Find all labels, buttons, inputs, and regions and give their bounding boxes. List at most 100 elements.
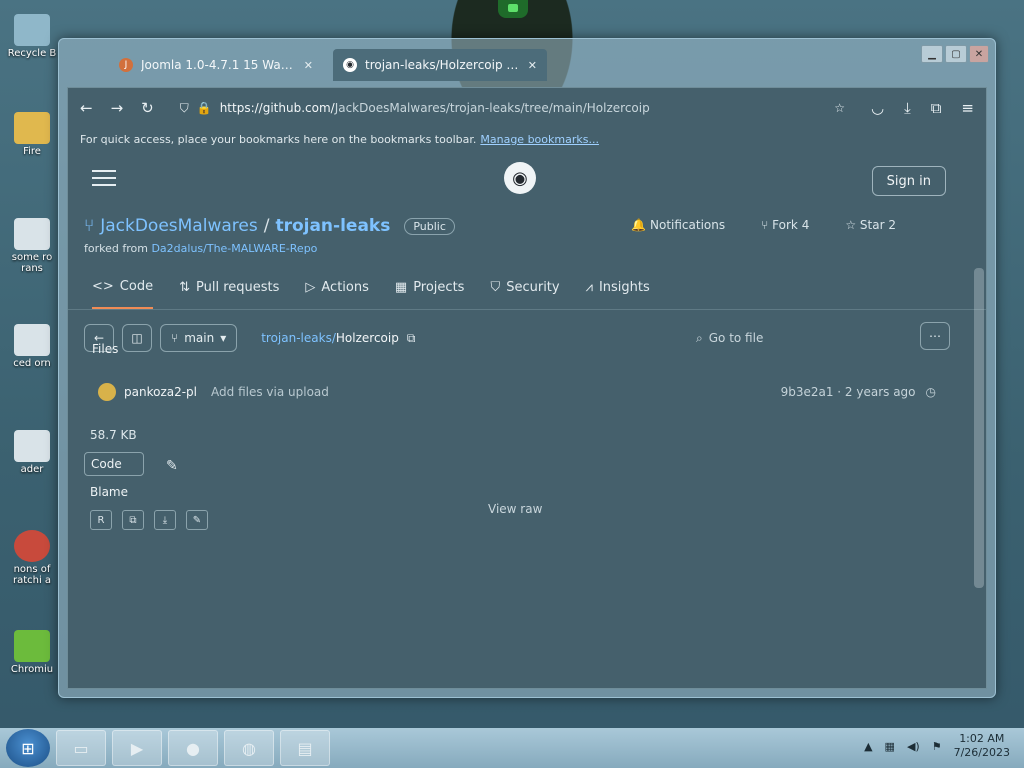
close-window-button[interactable]: ✕ xyxy=(969,45,989,63)
repo-separator: / xyxy=(263,216,270,236)
desktop-icon-recycle-bin[interactable]: Recycle B xyxy=(4,14,60,59)
edit-pencil-icon[interactable]: ✎ xyxy=(166,458,178,474)
code-icon: <> xyxy=(92,279,114,294)
clock-time: 1:02 AM xyxy=(959,732,1005,745)
commit-author[interactable]: pankoza2-pl xyxy=(124,385,197,399)
repo-owner-link[interactable]: JackDoesMalwares xyxy=(100,216,258,236)
download-icon[interactable]: ⤓ xyxy=(154,510,176,530)
taskbar-explorer[interactable]: ▭ xyxy=(56,730,106,766)
browser-content: ← → ↻ ⛉ 🔒 https://github.com/JackDoesMal… xyxy=(67,87,987,689)
bookmarks-toolbar: For quick access, place your bookmarks h… xyxy=(68,128,986,150)
tab-pull-requests-label: Pull requests xyxy=(195,280,280,295)
back-arrow-icon[interactable]: ← xyxy=(80,99,93,117)
menu-icon[interactable]: ≡ xyxy=(961,99,974,117)
star-button[interactable]: ☆ Star 2 xyxy=(845,218,896,232)
document-icon xyxy=(14,430,50,462)
go-to-file-placeholder: Go to file xyxy=(708,331,764,345)
desktop-icon-some-ro-rans[interactable]: some ro rans xyxy=(4,218,60,274)
tab-code[interactable]: <> Code xyxy=(92,266,154,309)
minimize-button[interactable]: ▁ xyxy=(921,45,943,63)
taskbar-paint[interactable]: ▤ xyxy=(280,730,330,766)
nav-toolbar: ← → ↻ ⛉ 🔒 https://github.com/JackDoesMal… xyxy=(68,88,986,128)
desktop-icon-ced-orn[interactable]: ced orn xyxy=(4,324,60,369)
recycle-bin-icon xyxy=(14,14,50,46)
scrollbar[interactable] xyxy=(974,268,984,588)
go-to-file-input[interactable]: ⌕ Go to file xyxy=(688,324,908,352)
latest-commit: pankoza2-pl Add files via upload 9b3e2a1… xyxy=(68,366,986,418)
copy-icon[interactable]: ⧉ xyxy=(122,510,144,530)
desktop-icon-chromium[interactable]: Chromiu xyxy=(4,630,60,675)
code-view-button[interactable]: Code xyxy=(84,452,144,476)
tab-actions[interactable]: ▷ Actions xyxy=(305,266,369,309)
tab-security-label: Security xyxy=(506,280,560,295)
history-icon[interactable]: ◷ xyxy=(926,385,936,399)
url-bar[interactable]: ⛉ 🔒 https://github.com/JackDoesMalwares/… xyxy=(172,94,853,122)
browser-tab-joomla[interactable]: J Joomla 1.0-4.7.1 15 Warning Demo... ✕ xyxy=(109,49,323,81)
toggle-file-tree-button[interactable]: ◫ xyxy=(122,324,152,352)
branch-selector[interactable]: ⑂ main ▾ xyxy=(160,324,238,352)
clock[interactable]: 1:02 AM 7/26/2023 xyxy=(954,732,1010,760)
breadcrumb-repo-link[interactable]: trojan-leaks xyxy=(261,331,332,345)
blame-view-button[interactable]: Blame xyxy=(84,480,144,504)
repo-actions: 🔔 Notifications ⑂ Fork 4 ☆ Star 2 xyxy=(631,218,896,232)
sign-in-button[interactable]: Sign in xyxy=(871,166,946,196)
download-icon[interactable]: ⤓ xyxy=(904,99,911,117)
folder-icon: ▭ xyxy=(73,738,89,758)
browser-tab-github[interactable]: ◉ trojan-leaks/Holzercoip at main ✕ xyxy=(333,49,547,81)
desktop-icon-fire[interactable]: Fire xyxy=(4,112,60,157)
nav-right-icons: ◡ ⤓ ⧉ ≡ xyxy=(871,99,974,117)
code-toolbar: Code Blame ✎ R ⧉ ⤓ ✎ View raw xyxy=(68,452,986,532)
manage-bookmarks-link[interactable]: Manage bookmarks... xyxy=(480,133,599,146)
fork-label: Fork xyxy=(772,218,798,232)
branch-name: main xyxy=(184,331,215,345)
forked-from-link[interactable]: Da2dalus/The-MALWARE-Repo xyxy=(151,242,317,255)
chevron-down-icon: ▾ xyxy=(220,331,227,345)
forked-prefix: forked from xyxy=(84,242,148,255)
raw-icon[interactable]: R xyxy=(90,510,112,530)
tab-projects[interactable]: ▦ Projects xyxy=(395,266,465,309)
notifications-button[interactable]: 🔔 Notifications xyxy=(631,218,725,232)
desktop-icon-nons[interactable]: nons of ratchi a xyxy=(4,530,60,586)
flag-icon[interactable]: ⚑ xyxy=(932,740,942,753)
maximize-button[interactable]: ▢ xyxy=(945,45,967,63)
commit-message[interactable]: Add files via upload xyxy=(211,385,329,399)
volume-icon[interactable]: ◀) xyxy=(907,740,920,753)
play-icon: ▶ xyxy=(130,738,144,758)
close-icon[interactable]: ✕ xyxy=(304,59,313,72)
taskbar-media-player[interactable]: ▶ xyxy=(112,730,162,766)
more-options-button[interactable]: ⋯ xyxy=(920,322,950,350)
repo-header: ⑂ JackDoesMalwares / trojan-leaks Public… xyxy=(68,206,986,266)
show-hidden-icons-icon[interactable]: ▲ xyxy=(864,740,872,753)
sidebar-icon: ◫ xyxy=(131,331,143,345)
taskbar-app[interactable]: ● xyxy=(168,730,218,766)
extensions-icon[interactable]: ⧉ xyxy=(931,99,942,117)
shield-icon[interactable]: ⛉ xyxy=(180,101,189,116)
view-raw-link[interactable]: View raw xyxy=(488,502,542,516)
edit-icon[interactable]: ✎ xyxy=(186,510,208,530)
tab-insights[interactable]: ⩘ Insights xyxy=(586,266,650,309)
close-icon[interactable]: ✕ xyxy=(528,59,537,72)
shield-icon: ⛉ xyxy=(490,280,501,295)
reload-icon[interactable]: ↻ xyxy=(141,99,154,117)
taskbar-firefox[interactable]: ◍ xyxy=(224,730,274,766)
star-bookmark-icon[interactable]: ☆ xyxy=(834,101,845,115)
hamburger-menu-icon[interactable] xyxy=(92,170,116,186)
commit-hash[interactable]: 9b3e2a1 · 2 years ago xyxy=(781,385,916,399)
network-icon[interactable]: ▦ xyxy=(885,740,895,753)
repo-name-link[interactable]: trojan-leaks xyxy=(275,216,390,236)
tab-security[interactable]: ⛉ Security xyxy=(490,266,559,309)
tab-pull-requests[interactable]: ⇅ Pull requests xyxy=(179,266,279,309)
forward-arrow-icon[interactable]: → xyxy=(111,99,124,117)
lock-icon[interactable]: 🔒 xyxy=(197,101,212,115)
copy-path-icon[interactable]: ⧉ xyxy=(407,331,416,346)
pocket-icon[interactable]: ◡ xyxy=(871,99,884,117)
desktop-icon-ader[interactable]: ader xyxy=(4,430,60,475)
github-logo-icon[interactable]: ◉ xyxy=(504,162,536,194)
pull-request-icon: ⇅ xyxy=(179,280,190,295)
start-button[interactable]: ⊞ xyxy=(6,729,50,767)
fork-button[interactable]: ⑂ Fork 4 xyxy=(761,218,809,232)
url-text[interactable]: https://github.com/JackDoesMalwares/troj… xyxy=(220,101,827,115)
forked-from: forked from Da2dalus/The-MALWARE-Repo xyxy=(84,242,970,255)
avatar[interactable] xyxy=(98,383,116,401)
search-icon: ⌕ xyxy=(696,330,703,345)
